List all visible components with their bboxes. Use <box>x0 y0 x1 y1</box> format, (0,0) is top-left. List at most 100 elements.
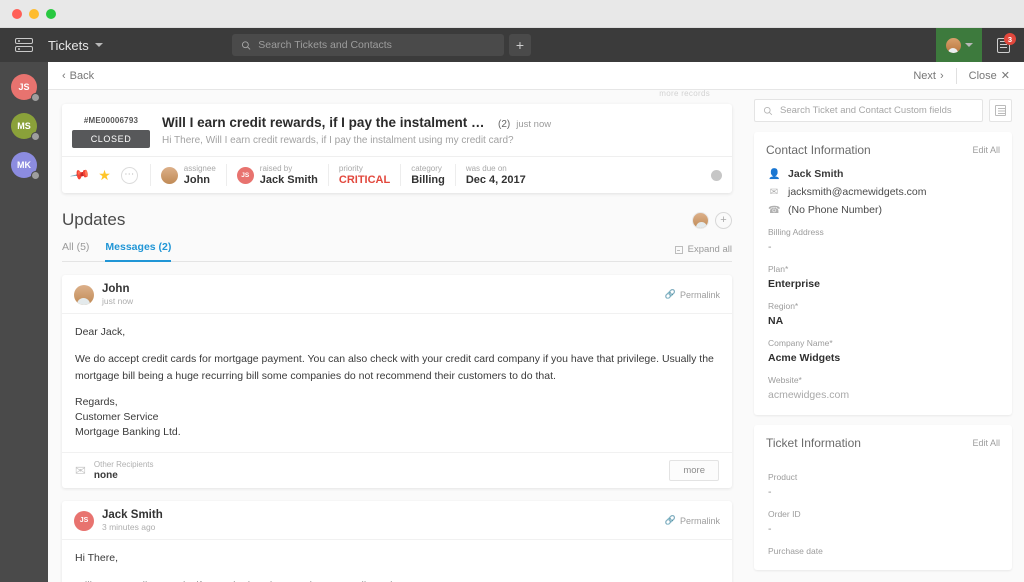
message-signature: Regards, Customer Service Mortgage Banki… <box>75 395 719 441</box>
meta-category[interactable]: category Billing <box>400 164 455 186</box>
close-window-button[interactable] <box>12 8 22 19</box>
field-label: Billing Address <box>768 227 824 237</box>
field-value[interactable]: - <box>768 486 1000 498</box>
field-website: Website* acmewidges.com <box>768 375 1000 401</box>
add-new-button[interactable]: + <box>509 34 531 56</box>
field-company-name: Company Name* Acme Widgets <box>768 338 1000 364</box>
field-label: Plan* <box>768 264 789 274</box>
rail-avatar[interactable]: JS <box>11 74 40 102</box>
maximize-window-button[interactable] <box>46 8 56 19</box>
next-record-button[interactable]: Next › <box>913 70 943 82</box>
global-search-area: + <box>232 34 531 56</box>
ticket-information-panel: Ticket Information Edit All Product - Or… <box>754 425 1012 570</box>
meta-raised-by[interactable]: JS raised by Jack Smith <box>225 164 328 186</box>
ticket-updated-time: just now <box>516 119 552 130</box>
permalink-button[interactable]: 🔗 Permalink <box>665 289 720 300</box>
field-list-toggle-button[interactable] <box>989 99 1012 122</box>
app-logo[interactable] <box>0 38 48 52</box>
more-button[interactable]: more <box>669 460 719 482</box>
field-product: Product - <box>768 472 1000 498</box>
field-value[interactable]: - <box>768 241 1000 253</box>
global-search-input[interactable] <box>258 39 495 51</box>
message-body: Dear Jack, We do accept credit cards for… <box>62 313 732 452</box>
star-icon[interactable]: ★ <box>98 167 111 184</box>
contact-name[interactable]: Jack Smith <box>788 168 843 180</box>
ticket-subject[interactable]: Will I earn credit rewards, if I pay the… <box>162 115 492 130</box>
message-header: JS Jack Smith 3 minutes ago 🔗 Permalink <box>62 501 732 539</box>
meta-label: priority <box>338 164 363 173</box>
permalink-button[interactable]: 🔗 Permalink <box>665 515 720 526</box>
message-card: JS Jack Smith 3 minutes ago 🔗 Permalink <box>62 501 732 582</box>
close-record-button[interactable]: Close ✕ <box>969 69 1010 83</box>
rail-avatar[interactable]: MS <box>11 113 40 141</box>
minimize-window-button[interactable] <box>29 8 39 19</box>
field-value[interactable]: NA <box>768 315 1000 327</box>
rail-avatar-initials: JS <box>18 82 30 92</box>
notifications-button[interactable]: 3 <box>982 28 1024 62</box>
custom-field-search-row <box>754 99 1012 122</box>
collapse-toggle-icon[interactable] <box>711 169 722 181</box>
add-update-icon[interactable]: + <box>715 211 732 229</box>
field-value[interactable]: Acme Widgets <box>768 352 1000 364</box>
envelope-icon: ✉ <box>769 186 779 198</box>
tab-all[interactable]: All (5) <box>62 241 89 262</box>
next-label: Next <box>913 69 936 82</box>
presence-indicator <box>31 171 40 180</box>
edit-all-button[interactable]: Edit All <box>972 145 1000 155</box>
rail-avatar[interactable]: MK <box>11 152 40 180</box>
signature-line: Regards, <box>75 395 118 408</box>
ticket-meta-row: 📌 ★ ⋯ assignee John JS raised by Jack Sm… <box>62 156 732 193</box>
ticket-id: #ME00006793 <box>83 116 139 125</box>
chevron-right-icon: › <box>939 69 944 82</box>
more-options-icon[interactable]: ⋯ <box>120 166 138 184</box>
updates-avatar-icon[interactable] <box>692 211 709 229</box>
field-value[interactable]: - <box>768 523 1000 535</box>
custom-field-search-input[interactable] <box>780 105 974 116</box>
back-button[interactable]: ‹ Back <box>62 70 94 82</box>
field-purchase-date: Purchase date <box>768 546 1000 556</box>
panel-body: 👤 Jack Smith ✉ jacksmith@acmewidgets.com… <box>754 166 1012 415</box>
envelope-icon: ✉ <box>75 462 86 478</box>
message-footer: ✉ Other Recipients none more <box>62 452 732 488</box>
meta-assignee[interactable]: assignee John <box>149 164 226 186</box>
field-billing-address: Billing Address - <box>768 227 1000 253</box>
person-icon: 👤 <box>768 168 781 180</box>
meta-priority[interactable]: priority CRITICAL <box>327 164 400 186</box>
link-icon: 🔗 <box>664 515 676 526</box>
requester-avatar: JS <box>236 166 254 184</box>
user-menu-button[interactable] <box>936 28 982 62</box>
pin-icon[interactable]: 📌 <box>69 164 91 186</box>
field-label: Purchase date <box>768 546 823 556</box>
field-value[interactable]: Enterprise <box>768 278 1000 290</box>
message-author: JS Jack Smith 3 minutes ago <box>74 509 163 532</box>
field-value[interactable]: acmewidges.com <box>768 389 1000 401</box>
author-avatar: JS <box>74 510 94 531</box>
expand-all-button[interactable]: Expand all <box>674 244 732 261</box>
contact-email[interactable]: jacksmith@acmewidgets.com <box>788 186 926 198</box>
meta-label: raised by <box>259 164 293 173</box>
message-body: Hi There, Will I earn credit rewards, if… <box>62 539 732 582</box>
module-switcher[interactable]: Tickets <box>48 38 103 53</box>
tab-messages[interactable]: Messages (2) <box>105 241 172 262</box>
rail-avatar-initials: MK <box>17 160 31 170</box>
meta-due-date[interactable]: was due on Dec 4, 2017 <box>454 164 536 186</box>
updates-actions: + <box>692 211 732 229</box>
server-stack-logo-icon <box>15 38 33 52</box>
panel-header: Contact Information Edit All <box>754 132 1012 166</box>
recipients-label: Other Recipients <box>93 460 154 470</box>
ticket-header-top: #ME00006793 CLOSED Will I earn credit re… <box>62 104 732 156</box>
edit-all-button[interactable]: Edit All <box>972 438 1000 448</box>
permalink-label: Permalink <box>679 515 720 526</box>
updates-tabs: All (5) Messages (2) <box>62 241 172 262</box>
recipients-text: Other Recipients none <box>94 460 154 481</box>
contact-phone-row: ☎ (No Phone Number) <box>768 204 1000 216</box>
divider <box>955 67 957 84</box>
custom-field-search-field[interactable] <box>754 99 983 122</box>
search-icon <box>763 106 773 115</box>
presence-indicator <box>31 93 40 102</box>
global-search-field[interactable] <box>232 34 504 56</box>
permalink-label: Permalink <box>679 289 720 300</box>
field-label: Company Name* <box>768 338 833 348</box>
meta-label: assignee <box>183 164 216 173</box>
search-icon <box>241 40 251 50</box>
